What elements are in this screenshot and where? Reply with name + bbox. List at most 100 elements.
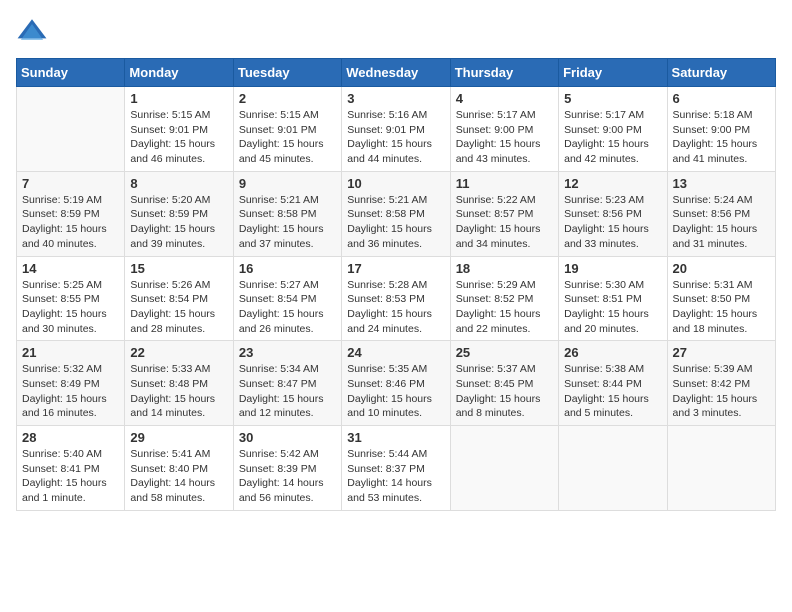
day-number: 12	[564, 176, 661, 191]
day-number: 5	[564, 91, 661, 106]
calendar-cell: 1 Sunrise: 5:15 AMSunset: 9:01 PMDaylight…	[125, 87, 233, 172]
day-number: 31	[347, 430, 444, 445]
day-number: 18	[456, 261, 553, 276]
day-number: 19	[564, 261, 661, 276]
calendar-cell	[559, 426, 667, 511]
day-number: 15	[130, 261, 227, 276]
cell-info: Sunrise: 5:15 AMSunset: 9:01 PMDaylight:…	[239, 108, 336, 167]
calendar-cell: 22 Sunrise: 5:33 AMSunset: 8:48 PMDayligh…	[125, 341, 233, 426]
page-header	[16, 16, 776, 48]
day-header-tuesday: Tuesday	[233, 59, 341, 87]
calendar-cell: 19 Sunrise: 5:30 AMSunset: 8:51 PMDayligh…	[559, 256, 667, 341]
calendar-cell: 6 Sunrise: 5:18 AMSunset: 9:00 PMDaylight…	[667, 87, 775, 172]
cell-info: Sunrise: 5:21 AMSunset: 8:58 PMDaylight:…	[239, 193, 336, 252]
cell-info: Sunrise: 5:25 AMSunset: 8:55 PMDaylight:…	[22, 278, 119, 337]
logo-icon	[16, 16, 48, 48]
cell-info: Sunrise: 5:16 AMSunset: 9:01 PMDaylight:…	[347, 108, 444, 167]
calendar-cell: 24Sunrise: 5:35 AMSunset: 8:46 PMDayligh…	[342, 341, 450, 426]
day-number: 29	[130, 430, 227, 445]
calendar-week-row: 21Sunrise: 5:32 AMSunset: 8:49 PMDayligh…	[17, 341, 776, 426]
calendar-cell: 10 Sunrise: 5:21 AMSunset: 8:58 PMDayligh…	[342, 171, 450, 256]
calendar-cell	[17, 87, 125, 172]
cell-info: Sunrise: 5:30 AMSunset: 8:51 PMDaylight:…	[564, 278, 661, 337]
day-number: 6	[673, 91, 770, 106]
cell-info: Sunrise: 5:24 AMSunset: 8:56 PMDaylight:…	[673, 193, 770, 252]
cell-info: Sunrise: 5:44 AMSunset: 8:37 PMDaylight:…	[347, 447, 444, 506]
calendar-header-row: SundayMondayTuesdayWednesdayThursdayFrid…	[17, 59, 776, 87]
calendar-cell: 7 Sunrise: 5:19 AMSunset: 8:59 PMDaylight…	[17, 171, 125, 256]
calendar-cell: 18 Sunrise: 5:29 AMSunset: 8:52 PMDayligh…	[450, 256, 558, 341]
cell-info: Sunrise: 5:29 AMSunset: 8:52 PMDaylight:…	[456, 278, 553, 337]
calendar-cell: 20 Sunrise: 5:31 AMSunset: 8:50 PMDayligh…	[667, 256, 775, 341]
calendar-cell: 4 Sunrise: 5:17 AMSunset: 9:00 PMDaylight…	[450, 87, 558, 172]
cell-info: Sunrise: 5:31 AMSunset: 8:50 PMDaylight:…	[673, 278, 770, 337]
calendar-cell: 11 Sunrise: 5:22 AMSunset: 8:57 PMDayligh…	[450, 171, 558, 256]
calendar-cell	[450, 426, 558, 511]
cell-info: Sunrise: 5:19 AMSunset: 8:59 PMDaylight:…	[22, 193, 119, 252]
calendar-cell: 23 Sunrise: 5:34 AMSunset: 8:47 PMDayligh…	[233, 341, 341, 426]
calendar-cell: 31 Sunrise: 5:44 AMSunset: 8:37 PMDayligh…	[342, 426, 450, 511]
cell-info: Sunrise: 5:23 AMSunset: 8:56 PMDaylight:…	[564, 193, 661, 252]
cell-info: Sunrise: 5:42 AMSunset: 8:39 PMDaylight:…	[239, 447, 336, 506]
calendar-cell: 30Sunrise: 5:42 AMSunset: 8:39 PMDayligh…	[233, 426, 341, 511]
calendar-cell: 9 Sunrise: 5:21 AMSunset: 8:58 PMDaylight…	[233, 171, 341, 256]
calendar-cell: 27 Sunrise: 5:39 AMSunset: 8:42 PMDayligh…	[667, 341, 775, 426]
calendar-cell: 28Sunrise: 5:40 AMSunset: 8:41 PMDayligh…	[17, 426, 125, 511]
day-number: 2	[239, 91, 336, 106]
cell-info: Sunrise: 5:40 AMSunset: 8:41 PMDaylight:…	[22, 447, 119, 506]
day-number: 11	[456, 176, 553, 191]
calendar-cell: 26 Sunrise: 5:38 AMSunset: 8:44 PMDayligh…	[559, 341, 667, 426]
day-number: 9	[239, 176, 336, 191]
calendar-cell	[667, 426, 775, 511]
calendar-week-row: 1 Sunrise: 5:15 AMSunset: 9:01 PMDaylight…	[17, 87, 776, 172]
day-number: 14	[22, 261, 119, 276]
day-header-friday: Friday	[559, 59, 667, 87]
day-number: 21	[22, 345, 119, 360]
calendar-week-row: 7 Sunrise: 5:19 AMSunset: 8:59 PMDaylight…	[17, 171, 776, 256]
cell-info: Sunrise: 5:21 AMSunset: 8:58 PMDaylight:…	[347, 193, 444, 252]
day-number: 10	[347, 176, 444, 191]
calendar-cell: 17Sunrise: 5:28 AMSunset: 8:53 PMDayligh…	[342, 256, 450, 341]
cell-info: Sunrise: 5:20 AMSunset: 8:59 PMDaylight:…	[130, 193, 227, 252]
cell-info: Sunrise: 5:37 AMSunset: 8:45 PMDaylight:…	[456, 362, 553, 421]
cell-info: Sunrise: 5:27 AMSunset: 8:54 PMDaylight:…	[239, 278, 336, 337]
calendar-cell: 8 Sunrise: 5:20 AMSunset: 8:59 PMDaylight…	[125, 171, 233, 256]
cell-info: Sunrise: 5:17 AMSunset: 9:00 PMDaylight:…	[456, 108, 553, 167]
day-header-thursday: Thursday	[450, 59, 558, 87]
day-number: 3	[347, 91, 444, 106]
calendar-cell: 3 Sunrise: 5:16 AMSunset: 9:01 PMDaylight…	[342, 87, 450, 172]
day-number: 13	[673, 176, 770, 191]
calendar-cell: 13 Sunrise: 5:24 AMSunset: 8:56 PMDayligh…	[667, 171, 775, 256]
day-number: 16	[239, 261, 336, 276]
cell-info: Sunrise: 5:39 AMSunset: 8:42 PMDaylight:…	[673, 362, 770, 421]
day-number: 26	[564, 345, 661, 360]
calendar-cell: 15Sunrise: 5:26 AMSunset: 8:54 PMDayligh…	[125, 256, 233, 341]
cell-info: Sunrise: 5:18 AMSunset: 9:00 PMDaylight:…	[673, 108, 770, 167]
cell-info: Sunrise: 5:34 AMSunset: 8:47 PMDaylight:…	[239, 362, 336, 421]
cell-info: Sunrise: 5:15 AMSunset: 9:01 PMDaylight:…	[130, 108, 227, 167]
calendar-table: SundayMondayTuesdayWednesdayThursdayFrid…	[16, 58, 776, 511]
calendar-cell: 14 Sunrise: 5:25 AMSunset: 8:55 PMDayligh…	[17, 256, 125, 341]
cell-info: Sunrise: 5:41 AMSunset: 8:40 PMDaylight:…	[130, 447, 227, 506]
cell-info: Sunrise: 5:33 AMSunset: 8:48 PMDaylight:…	[130, 362, 227, 421]
cell-info: Sunrise: 5:17 AMSunset: 9:00 PMDaylight:…	[564, 108, 661, 167]
day-header-monday: Monday	[125, 59, 233, 87]
calendar-cell: 5 Sunrise: 5:17 AMSunset: 9:00 PMDaylight…	[559, 87, 667, 172]
day-number: 22	[130, 345, 227, 360]
day-number: 20	[673, 261, 770, 276]
day-header-wednesday: Wednesday	[342, 59, 450, 87]
day-number: 17	[347, 261, 444, 276]
day-number: 27	[673, 345, 770, 360]
day-number: 4	[456, 91, 553, 106]
calendar-cell: 16 Sunrise: 5:27 AMSunset: 8:54 PMDayligh…	[233, 256, 341, 341]
cell-info: Sunrise: 5:38 AMSunset: 8:44 PMDaylight:…	[564, 362, 661, 421]
calendar-cell: 2 Sunrise: 5:15 AMSunset: 9:01 PMDaylight…	[233, 87, 341, 172]
calendar-week-row: 14 Sunrise: 5:25 AMSunset: 8:55 PMDayligh…	[17, 256, 776, 341]
day-number: 7	[22, 176, 119, 191]
day-header-saturday: Saturday	[667, 59, 775, 87]
calendar-cell: 29 Sunrise: 5:41 AMSunset: 8:40 PMDayligh…	[125, 426, 233, 511]
day-number: 1	[130, 91, 227, 106]
cell-info: Sunrise: 5:22 AMSunset: 8:57 PMDaylight:…	[456, 193, 553, 252]
day-number: 8	[130, 176, 227, 191]
day-number: 23	[239, 345, 336, 360]
